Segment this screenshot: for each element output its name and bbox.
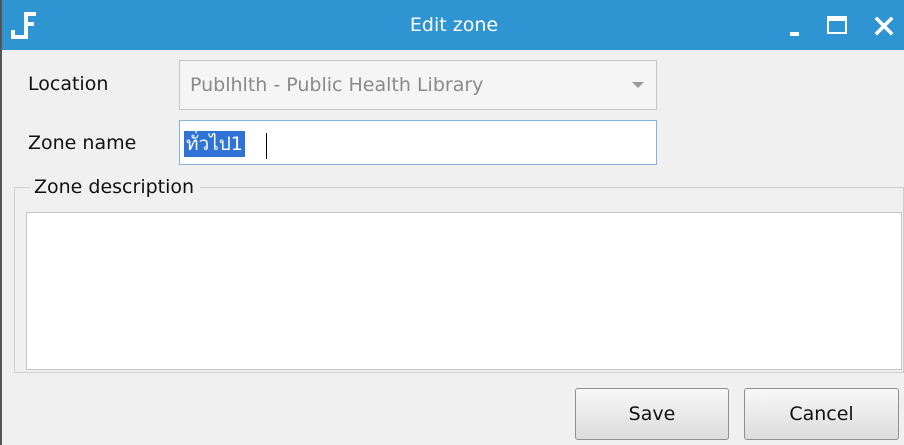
location-select-value: Publhlth - Public Health Library	[190, 74, 484, 96]
edit-zone-dialog: Edit zone Location Publhlth - Public Hea…	[0, 0, 904, 445]
maximize-icon	[827, 16, 847, 34]
location-select[interactable]: Publhlth - Public Health Library	[179, 60, 657, 110]
close-button[interactable]	[866, 0, 904, 50]
zone-description-label: Zone description	[30, 176, 201, 198]
close-icon	[874, 16, 894, 36]
cancel-button[interactable]: Cancel	[744, 388, 899, 440]
zone-name-selected-text: ทั่วไป1	[184, 131, 245, 157]
title-bar[interactable]: Edit zone	[2, 0, 904, 50]
window-title: Edit zone	[409, 14, 499, 36]
chevron-down-icon	[632, 82, 644, 88]
save-button[interactable]: Save	[575, 388, 729, 440]
zone-name-label: Zone name	[28, 132, 137, 154]
minimize-button[interactable]	[776, 0, 816, 50]
text-caret	[266, 133, 267, 159]
location-label: Location	[28, 73, 109, 95]
minimize-icon	[790, 32, 799, 36]
zone-description-textarea[interactable]	[26, 212, 902, 370]
maximize-button[interactable]	[818, 0, 858, 50]
zone-name-input[interactable]: ทั่วไป1	[179, 120, 657, 165]
